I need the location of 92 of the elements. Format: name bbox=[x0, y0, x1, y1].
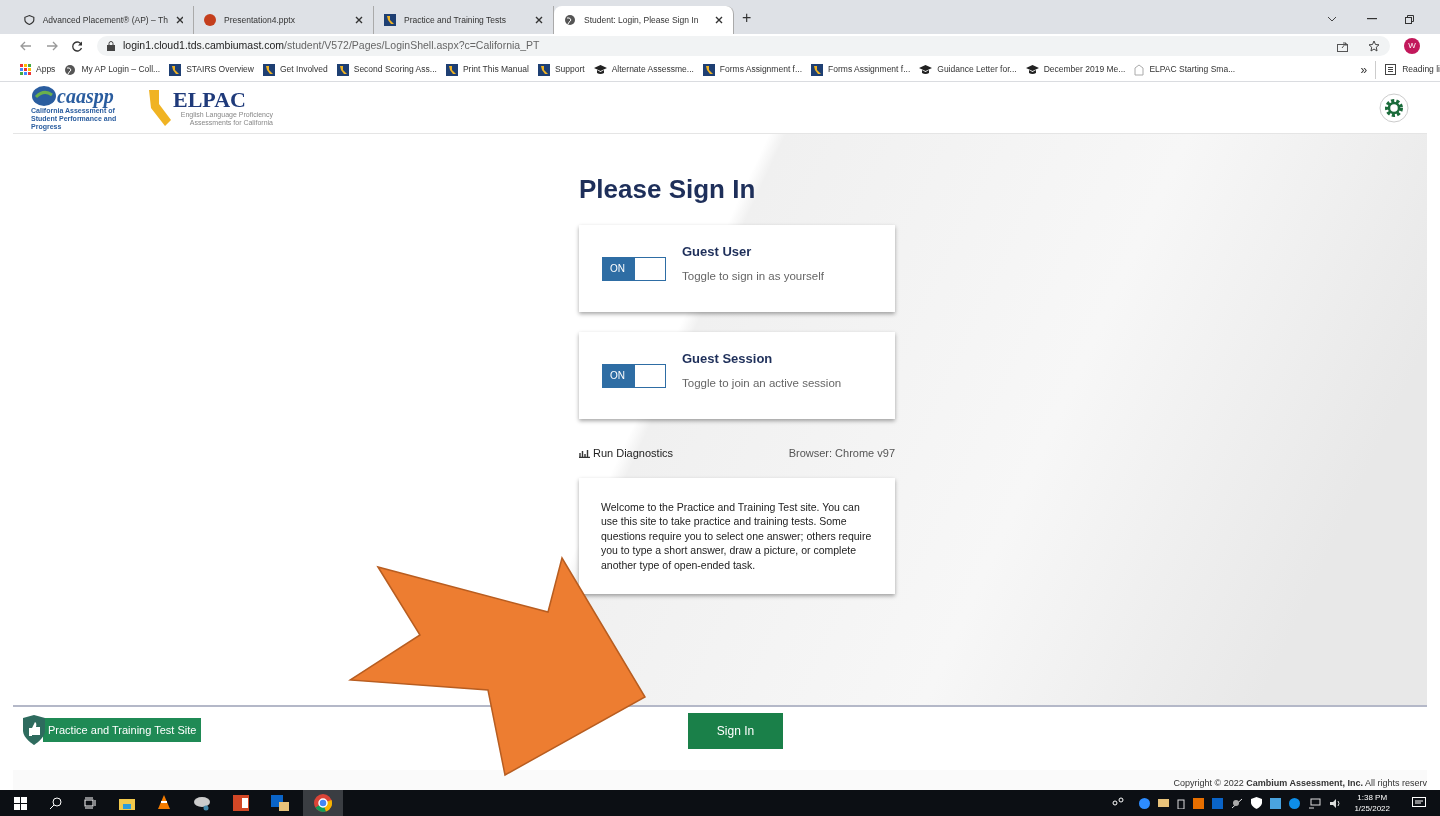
tab-title: Student: Login, Please Sign In bbox=[584, 13, 700, 27]
bookmark[interactable]: ELPAC Starting Sma... bbox=[1134, 63, 1236, 76]
close-icon[interactable] bbox=[355, 16, 363, 24]
toggle-title: Guest Session bbox=[682, 350, 774, 369]
toggle-switch[interactable]: ON bbox=[602, 256, 666, 281]
bookmark[interactable]: Apps bbox=[20, 63, 56, 76]
settings-icon[interactable] bbox=[1379, 92, 1409, 123]
satellite-dish-icon[interactable] bbox=[1231, 797, 1244, 809]
state-flag-icon bbox=[811, 63, 824, 76]
browser-app-icon[interactable] bbox=[303, 790, 343, 816]
thumbs-up-shield-icon bbox=[21, 715, 47, 745]
video-camera-icon[interactable] bbox=[1139, 797, 1151, 809]
mail-app-tray-icon[interactable] bbox=[1212, 797, 1224, 809]
run-diagnostics-link[interactable]: Run Diagnostics bbox=[579, 445, 674, 462]
bookmark[interactable]: Alternate Assessme... bbox=[593, 63, 694, 76]
state-flag-icon bbox=[537, 63, 550, 76]
bookmark[interactable]: My AP Login – Coll... bbox=[64, 63, 161, 76]
toggle-subtitle: Toggle to sign in as yourself bbox=[682, 268, 824, 284]
state-flag-icon bbox=[445, 63, 458, 76]
lock-icon bbox=[107, 41, 115, 51]
graduation-cap-icon bbox=[1025, 64, 1039, 75]
toggle-switch[interactable]: ON bbox=[602, 363, 666, 388]
tab-title: Practice and Training Tests bbox=[404, 13, 507, 27]
sign-in-button[interactable]: Sign In bbox=[688, 713, 783, 749]
system-clock[interactable]: 1:38 PM 1/25/2022 bbox=[1354, 792, 1390, 814]
star-icon[interactable] bbox=[1368, 40, 1380, 52]
windows-start-icon[interactable] bbox=[14, 796, 27, 810]
toggle-subtitle: Toggle to join an active session bbox=[682, 375, 842, 391]
bookmark[interactable]: Support bbox=[537, 63, 585, 76]
building-icon bbox=[1134, 63, 1145, 76]
page-title: Please Sign In bbox=[579, 173, 757, 206]
notification-icon[interactable] bbox=[1412, 797, 1426, 809]
presentation-icon bbox=[204, 14, 216, 26]
list-icon bbox=[1385, 64, 1397, 75]
graduation-cap-icon bbox=[919, 64, 933, 75]
people-icon[interactable] bbox=[1111, 797, 1126, 809]
minimize-icon[interactable] bbox=[1367, 18, 1377, 20]
app-tray-icon[interactable] bbox=[1270, 797, 1282, 809]
chevron-down-icon[interactable] bbox=[1327, 16, 1337, 22]
reading-list-button[interactable]: Reading li bbox=[1385, 63, 1440, 76]
tab-title: Advanced Placement® (AP) – Th bbox=[42, 13, 168, 27]
bookmark[interactable]: Print This Manual bbox=[445, 63, 529, 76]
state-flag-icon bbox=[169, 63, 182, 76]
state-flag-icon bbox=[384, 14, 396, 26]
bookmark[interactable]: Second Scoring Ass... bbox=[336, 63, 437, 76]
mail-app-icon[interactable] bbox=[271, 795, 289, 811]
bar-chart-icon bbox=[579, 448, 590, 458]
remote-support-icon[interactable] bbox=[1289, 797, 1301, 809]
state-flag-icon bbox=[336, 63, 349, 76]
bookmark[interactable]: December 2019 Me... bbox=[1025, 63, 1126, 76]
network-icon[interactable] bbox=[1308, 797, 1322, 809]
globe-icon bbox=[564, 14, 576, 26]
apps-grid-icon bbox=[20, 64, 31, 75]
address-bar[interactable]: login1.cloud1.tds.cambiumast.com/student/V572/Pages/LoginShell.aspx?c=California_PT bbox=[97, 36, 1390, 56]
usb-drive-icon[interactable] bbox=[1177, 797, 1186, 809]
more-bookmarks-button[interactable]: » bbox=[1360, 60, 1377, 79]
browser-version: Browser: Chrome v97 bbox=[788, 446, 895, 461]
security-shield-icon[interactable] bbox=[1251, 797, 1263, 809]
graduation-cap-icon bbox=[593, 64, 607, 75]
state-flag-icon bbox=[702, 63, 715, 76]
back-arrow-icon[interactable] bbox=[20, 41, 32, 51]
speaker-icon[interactable] bbox=[1329, 797, 1343, 809]
envelope-icon[interactable] bbox=[1158, 799, 1170, 807]
folder-icon[interactable] bbox=[119, 796, 135, 810]
bookmark[interactable]: Get Involved bbox=[263, 63, 328, 76]
toggle-title: Guest User bbox=[682, 243, 753, 262]
tab-title: Presentation4.pptx bbox=[224, 13, 296, 27]
bookmark[interactable]: Forms Assignment f... bbox=[702, 63, 803, 76]
copyright-text: Copyright © 2022 Cambium Assessment, Inc. All rights reserv bbox=[1173, 776, 1427, 790]
state-flag-icon bbox=[263, 63, 275, 76]
bookmark[interactable]: Guidance Letter for... bbox=[919, 63, 1017, 76]
profile-avatar[interactable]: W bbox=[1404, 38, 1420, 54]
reload-icon[interactable] bbox=[72, 40, 83, 52]
browser-tab[interactable]: Student: Login, Please Sign In bbox=[554, 6, 734, 34]
close-icon[interactable] bbox=[715, 16, 723, 24]
shield-icon bbox=[24, 14, 35, 26]
restore-icon[interactable] bbox=[1405, 15, 1414, 24]
task-view-icon[interactable] bbox=[84, 797, 97, 809]
globe-icon bbox=[64, 63, 77, 76]
url-text: login1.cloud1.tds.cambiumast.com/student/V572/Pages/LoginShell.aspx?c=California_PT bbox=[123, 38, 540, 54]
share-icon[interactable] bbox=[1337, 40, 1348, 52]
new-tab-button[interactable]: + bbox=[734, 6, 760, 34]
presentation-app-icon[interactable] bbox=[233, 795, 249, 811]
welcome-text: Welcome to the Practice and Training Test site. You can use this site to take practice and training tests. Some questions require you to select one answer; others require you to type a short answer, draw a picture, or complete another type of open-ended task. bbox=[601, 499, 873, 572]
search-icon[interactable] bbox=[49, 796, 62, 810]
close-icon[interactable] bbox=[535, 16, 543, 24]
forward-arrow-icon[interactable] bbox=[46, 41, 58, 51]
close-icon[interactable] bbox=[175, 16, 183, 24]
java-icon[interactable] bbox=[1193, 797, 1205, 809]
traffic-cone-icon[interactable] bbox=[157, 795, 171, 811]
bookmark[interactable]: STAIRS Overview bbox=[169, 63, 254, 76]
bookmark[interactable]: Forms Assignment f... bbox=[811, 63, 911, 76]
